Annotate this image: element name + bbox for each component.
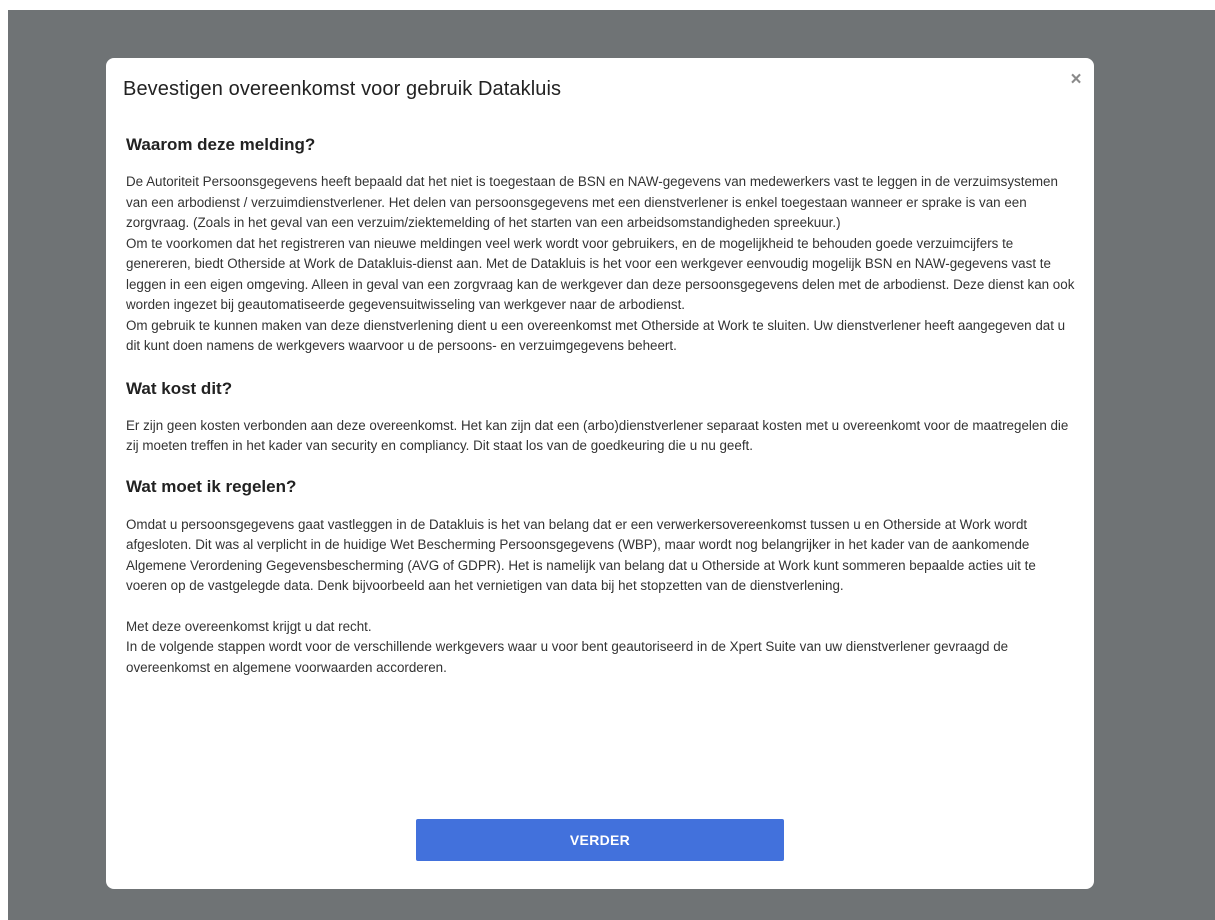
continue-button[interactable]: VERDER bbox=[416, 819, 784, 861]
section-arrange-paragraph-1: Omdat u persoonsgegevens gaat vastleggen… bbox=[126, 516, 1036, 594]
dialog-body: Waarom deze melding? De Autoriteit Perso… bbox=[126, 134, 1076, 678]
section-arrange-paragraph-2: Met deze overeenkomst krijgt u dat recht… bbox=[126, 618, 372, 634]
section-why-paragraph-1: De Autoriteit Persoonsgegevens heeft bep… bbox=[126, 174, 1058, 230]
dialog-title: Bevestigen overeenkomst voor gebruik Dat… bbox=[123, 78, 562, 100]
section-heading-cost: Wat kost dit? bbox=[126, 378, 233, 398]
close-button[interactable]: × bbox=[1066, 70, 1086, 90]
close-icon[interactable]: × bbox=[1070, 69, 1081, 90]
section-why-paragraph-2: Om te voorkomen dat het registreren van … bbox=[126, 235, 1075, 313]
section-why-paragraph-3: Om gebruik te kunnen maken van deze dien… bbox=[126, 317, 1066, 354]
section-arrange-paragraph-3: In de volgende stappen wordt voor de ver… bbox=[126, 639, 1009, 675]
section-cost-paragraph-1: Er zijn geen kosten verbonden aan deze o… bbox=[126, 417, 1069, 454]
agreement-dialog: Bevestigen overeenkomst voor gebruik Dat… bbox=[106, 58, 1094, 889]
section-heading-arrange: Wat moet ik regelen? bbox=[126, 476, 297, 496]
section-heading-why: Waarom deze melding? bbox=[126, 135, 316, 154]
